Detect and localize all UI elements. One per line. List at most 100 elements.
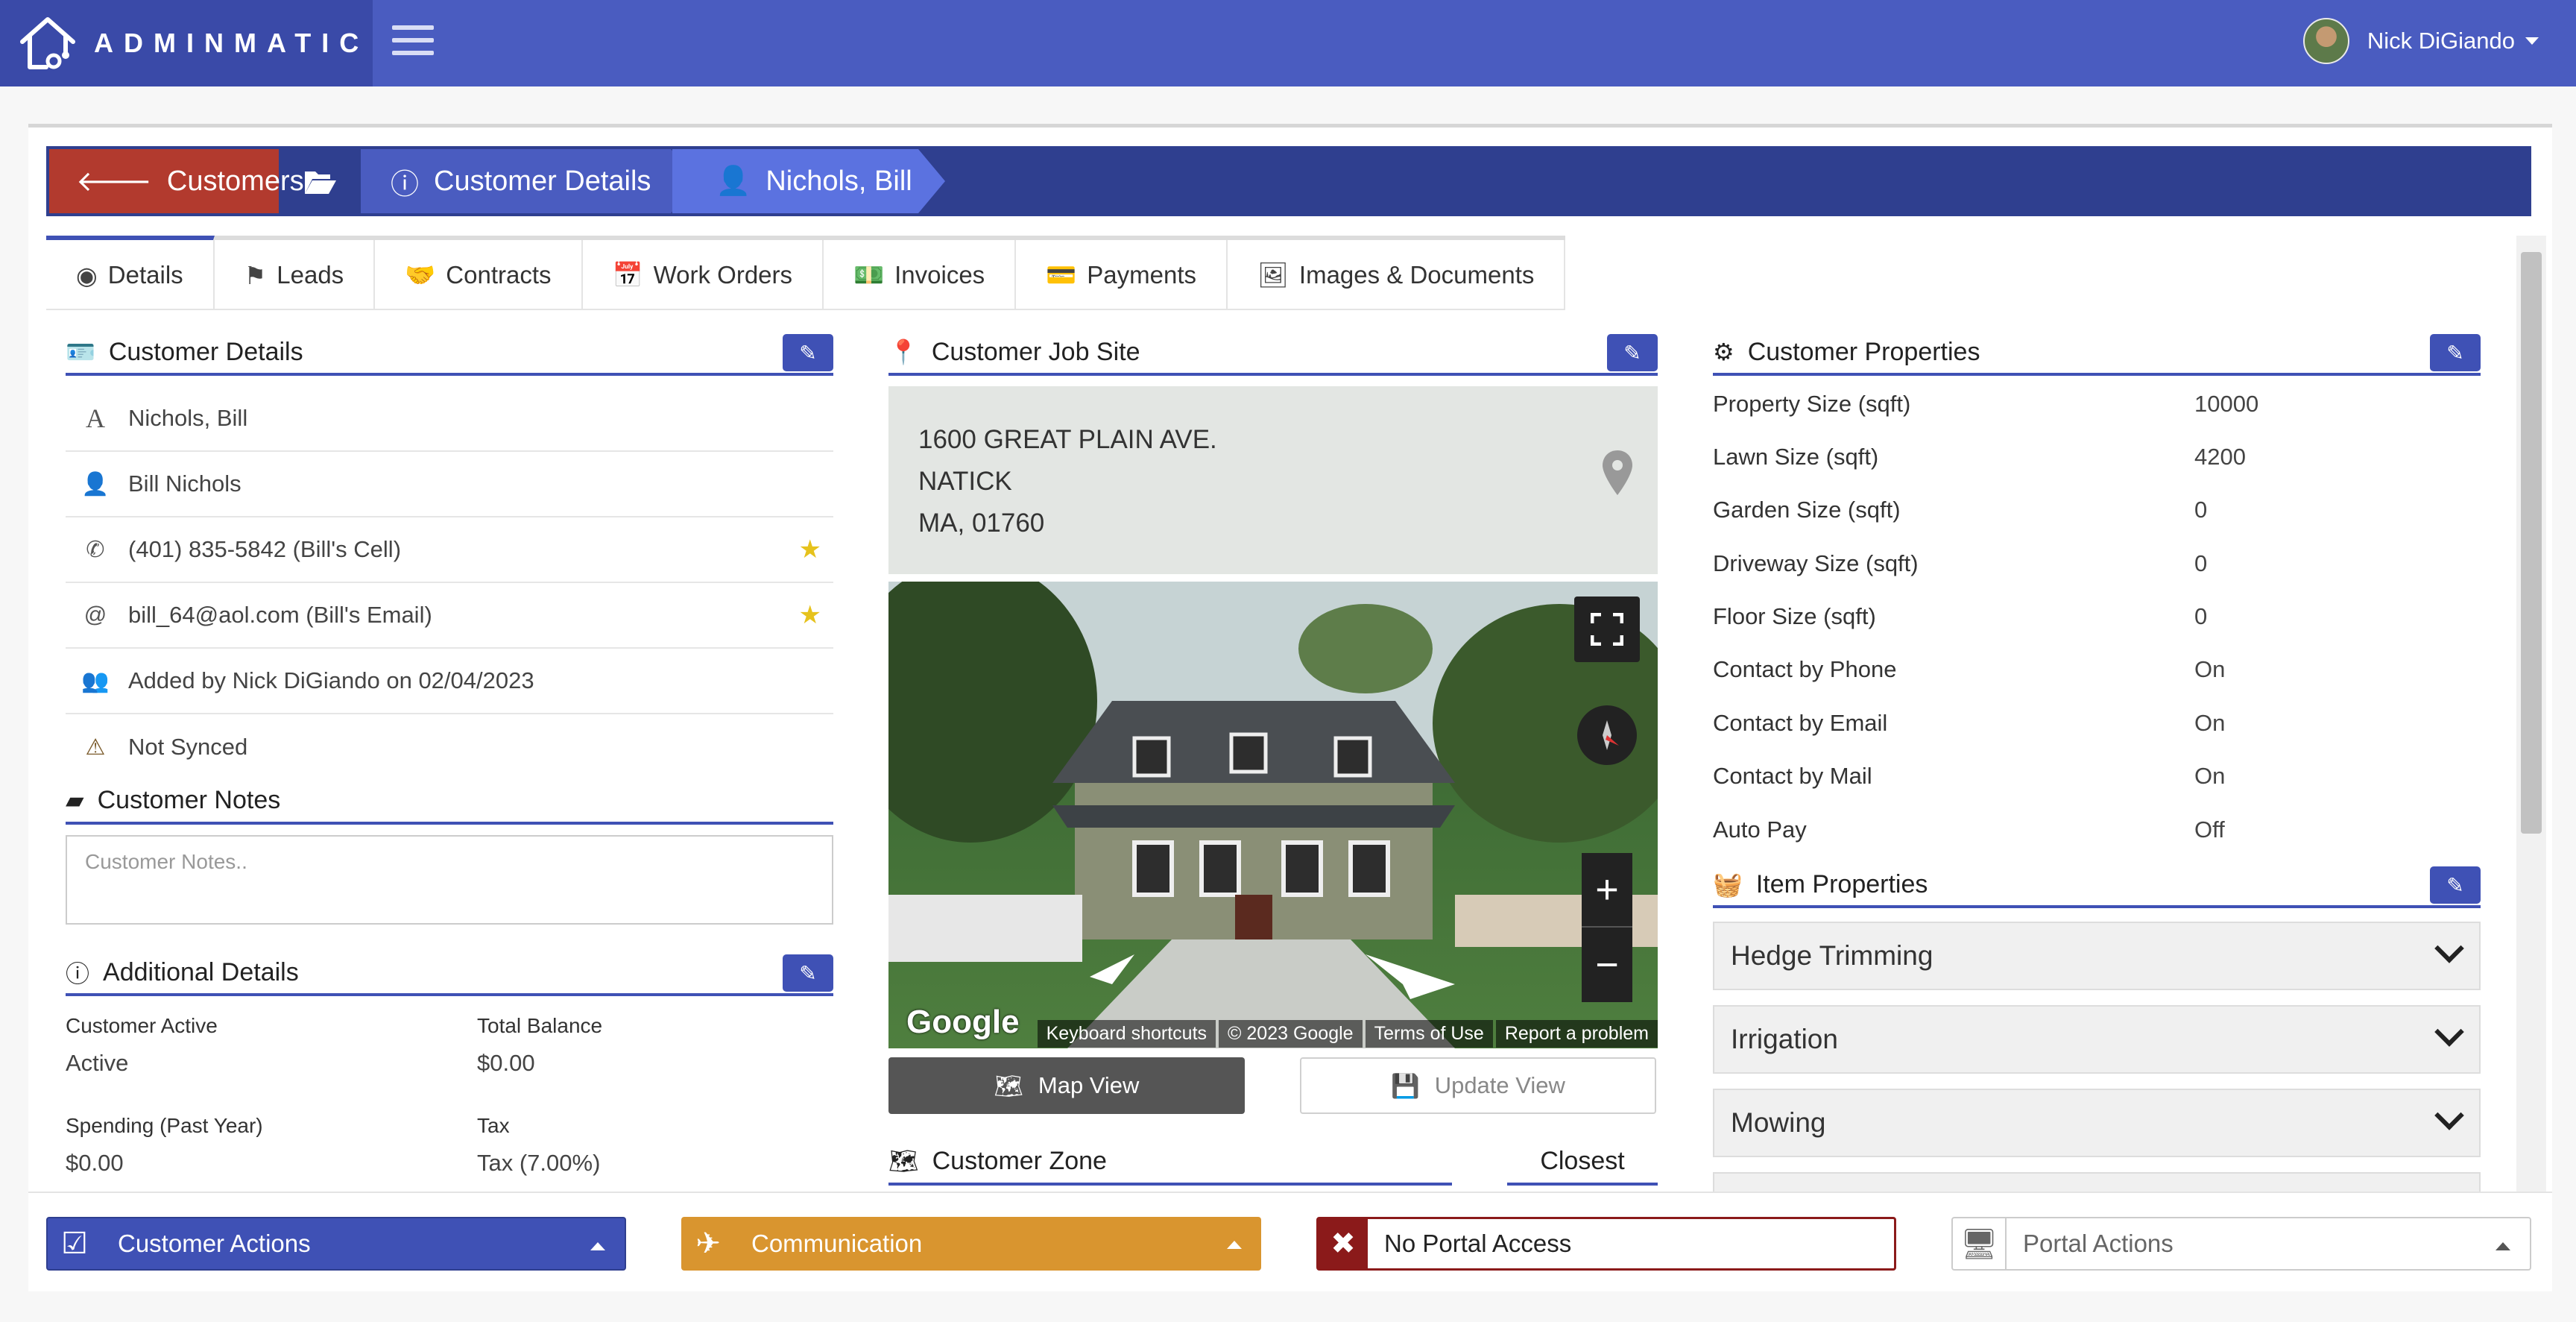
item-properties-header: 🧺 Item Properties ✎ (1713, 863, 2481, 908)
tab-details[interactable]: ◉ Details (46, 236, 215, 310)
signpost-icon: ⚑ (244, 261, 267, 289)
customer-notes-textarea[interactable]: Customer Notes.. (66, 835, 833, 925)
accordion-label: Irrigation (1731, 1024, 1838, 1054)
tab-bar: ◉ Details ⚑ Leads 🤝 Contracts 📅 Work Orders … (46, 236, 1566, 310)
sticky-note-icon: ▰ (66, 787, 84, 813)
tab-label: Leads (277, 261, 344, 289)
handshake-icon: 🤝 (405, 260, 436, 289)
customer-name-row: A Nichols, Bill (66, 386, 833, 452)
section-title: Customer Job Site (931, 337, 1140, 366)
terms-link[interactable]: Terms of Use (1365, 1019, 1493, 1048)
customer-details-header: 🪪 Customer Details ✎ (66, 331, 833, 376)
breadcrumb-customers-label: Customers (166, 165, 304, 197)
keyboard-shortcuts-link[interactable]: Keyboard shortcuts (1037, 1019, 1216, 1048)
breadcrumb-details-label: Customer Details (434, 165, 651, 197)
customer-notes-header: ▰ Customer Notes (66, 778, 833, 825)
email-address[interactable]: bill_64@aol.com (Bill's Email) (128, 602, 432, 629)
zoom-in-icon[interactable]: + (1582, 853, 1632, 928)
property-row: Lawn Size (sqft) 4200 (1713, 430, 2481, 483)
property-value: On (2194, 762, 2226, 789)
edit-additional-details-button[interactable]: ✎ (783, 954, 833, 992)
tab-work-orders[interactable]: 📅 Work Orders (583, 240, 824, 310)
accordion-hedge-trimming[interactable]: Hedge Trimming (1713, 922, 2481, 990)
property-value: 0 (2194, 496, 2208, 523)
portal-access-label: No Portal Access (1384, 1230, 1572, 1257)
phone-row[interactable]: ✆ (401) 835-5842 (Bill's Cell) ★ (66, 517, 833, 583)
property-value: 10000 (2194, 390, 2259, 417)
tab-contracts[interactable]: 🤝 Contracts (375, 240, 583, 310)
menu-toggle-icon[interactable] (392, 25, 434, 55)
tab-invoices[interactable]: 💵 Invoices (824, 240, 1017, 310)
accordion-partial[interactable] (1713, 1172, 2481, 1192)
customer-actions-dropdown[interactable]: ☑ Customer Actions (46, 1217, 626, 1271)
edit-item-properties-button[interactable]: ✎ (2430, 866, 2481, 904)
edit-icon: ✎ (2446, 341, 2464, 365)
chevron-down-icon (2434, 934, 2464, 963)
section-title: Additional Details (103, 957, 299, 986)
map-view-button[interactable]: 🗺 Map View (888, 1057, 1245, 1114)
customer-active-value: Active (66, 1050, 129, 1076)
user-menu[interactable]: Nick DiGiando (2302, 18, 2539, 64)
phone-number[interactable]: (401) 835-5842 (Bill's Cell) (128, 536, 401, 563)
spending-value: $0.00 (66, 1150, 124, 1176)
edit-customer-details-button[interactable]: ✎ (783, 334, 833, 371)
update-view-label: Update View (1434, 1072, 1565, 1098)
customer-actions-label: Customer Actions (118, 1230, 311, 1257)
spending-label: Spending (Past Year) (66, 1114, 263, 1137)
tab-label: Payments (1087, 261, 1196, 289)
tax-label: Tax (477, 1114, 510, 1137)
location-pin-icon[interactable] (1603, 450, 1632, 495)
job-site-address: 1600 GREAT PLAIN AVE. NATICK MA, 01760 (888, 386, 1658, 574)
top-navbar: ADMINMATIC Nick DiGiando (0, 0, 2576, 86)
copyright-text: © 2023 Google (1219, 1019, 1363, 1048)
breadcrumb-customer-name[interactable]: 👤 Nichols, Bill (672, 149, 945, 213)
update-view-button[interactable]: 💾 Update View (1300, 1057, 1656, 1114)
folder-open-icon[interactable] (291, 149, 350, 213)
logo[interactable]: ADMINMATIC (0, 0, 373, 86)
house-logo-icon (20, 17, 75, 69)
star-icon[interactable]: ★ (799, 600, 821, 630)
edit-properties-button[interactable]: ✎ (2430, 334, 2481, 371)
report-problem-link[interactable]: Report a problem (1495, 1019, 1658, 1048)
accordion-irrigation[interactable]: Irrigation (1713, 1005, 2481, 1074)
logo-text: ADMINMATIC (94, 28, 370, 58)
tab-images-documents[interactable]: 🖼 Images & Documents (1228, 240, 1566, 310)
star-icon[interactable]: ★ (799, 535, 821, 564)
fullscreen-icon[interactable] (1574, 597, 1640, 662)
scrollbar[interactable] (2516, 236, 2546, 1192)
caret-up-icon (590, 1242, 605, 1250)
house-street-view-image (888, 582, 1658, 1048)
portal-actions-dropdown[interactable]: 🖥 Portal Actions (1951, 1217, 2531, 1271)
caret-up-icon (2496, 1242, 2510, 1250)
edit-job-site-button[interactable]: ✎ (1607, 334, 1658, 371)
tab-leads[interactable]: ⚑ Leads (215, 240, 376, 310)
warning-icon: ⚠ (85, 734, 106, 760)
credit-card-icon: 💳 (1046, 260, 1077, 289)
property-row: Contact by Email On (1713, 696, 2481, 749)
job-site-header: 📍 Customer Job Site ✎ (888, 331, 1658, 376)
tab-payments[interactable]: 💳 Payments (1016, 240, 1228, 310)
breadcrumb-customer-details[interactable]: ⓘ Customer Details (361, 149, 698, 213)
address-line-1: 1600 GREAT PLAIN AVE. (918, 425, 1217, 454)
tab-label: Contracts (446, 261, 552, 289)
tab-label: Details (107, 261, 183, 289)
section-title: Customer Properties (1747, 337, 1980, 366)
property-row: Contact by Mail On (1713, 749, 2481, 802)
closest-tab[interactable]: Closest (1507, 1139, 1658, 1186)
street-view[interactable]: + − Google Keyboard shortcuts © 2023 Goo… (888, 582, 1658, 1048)
accordion-label: Hedge Trimming (1731, 940, 1933, 971)
accordion-mowing[interactable]: Mowing (1713, 1089, 2481, 1157)
scrollbar-thumb[interactable] (2521, 252, 2542, 834)
portal-access-status[interactable]: ✖ No Portal Access (1316, 1217, 1896, 1271)
communication-dropdown[interactable]: ✈ Communication (681, 1217, 1261, 1271)
breadcrumb-customers-button[interactable]: 🡐 Customers (49, 149, 304, 213)
map-pin-icon: 📍 (888, 339, 918, 365)
compass-icon[interactable] (1577, 705, 1637, 765)
user-plus-icon: 👥 (81, 668, 110, 693)
email-row[interactable]: @ bill_64@aol.com (Bill's Email) ★ (66, 583, 833, 649)
edit-icon: ✎ (1623, 341, 1641, 365)
info-circle-icon: ⓘ (391, 169, 420, 201)
zoom-out-icon[interactable]: − (1582, 928, 1632, 1002)
added-by-text: Added by Nick DiGiando on 02/04/2023 (128, 667, 534, 693)
arrow-left-icon: 🡐 (76, 166, 152, 198)
